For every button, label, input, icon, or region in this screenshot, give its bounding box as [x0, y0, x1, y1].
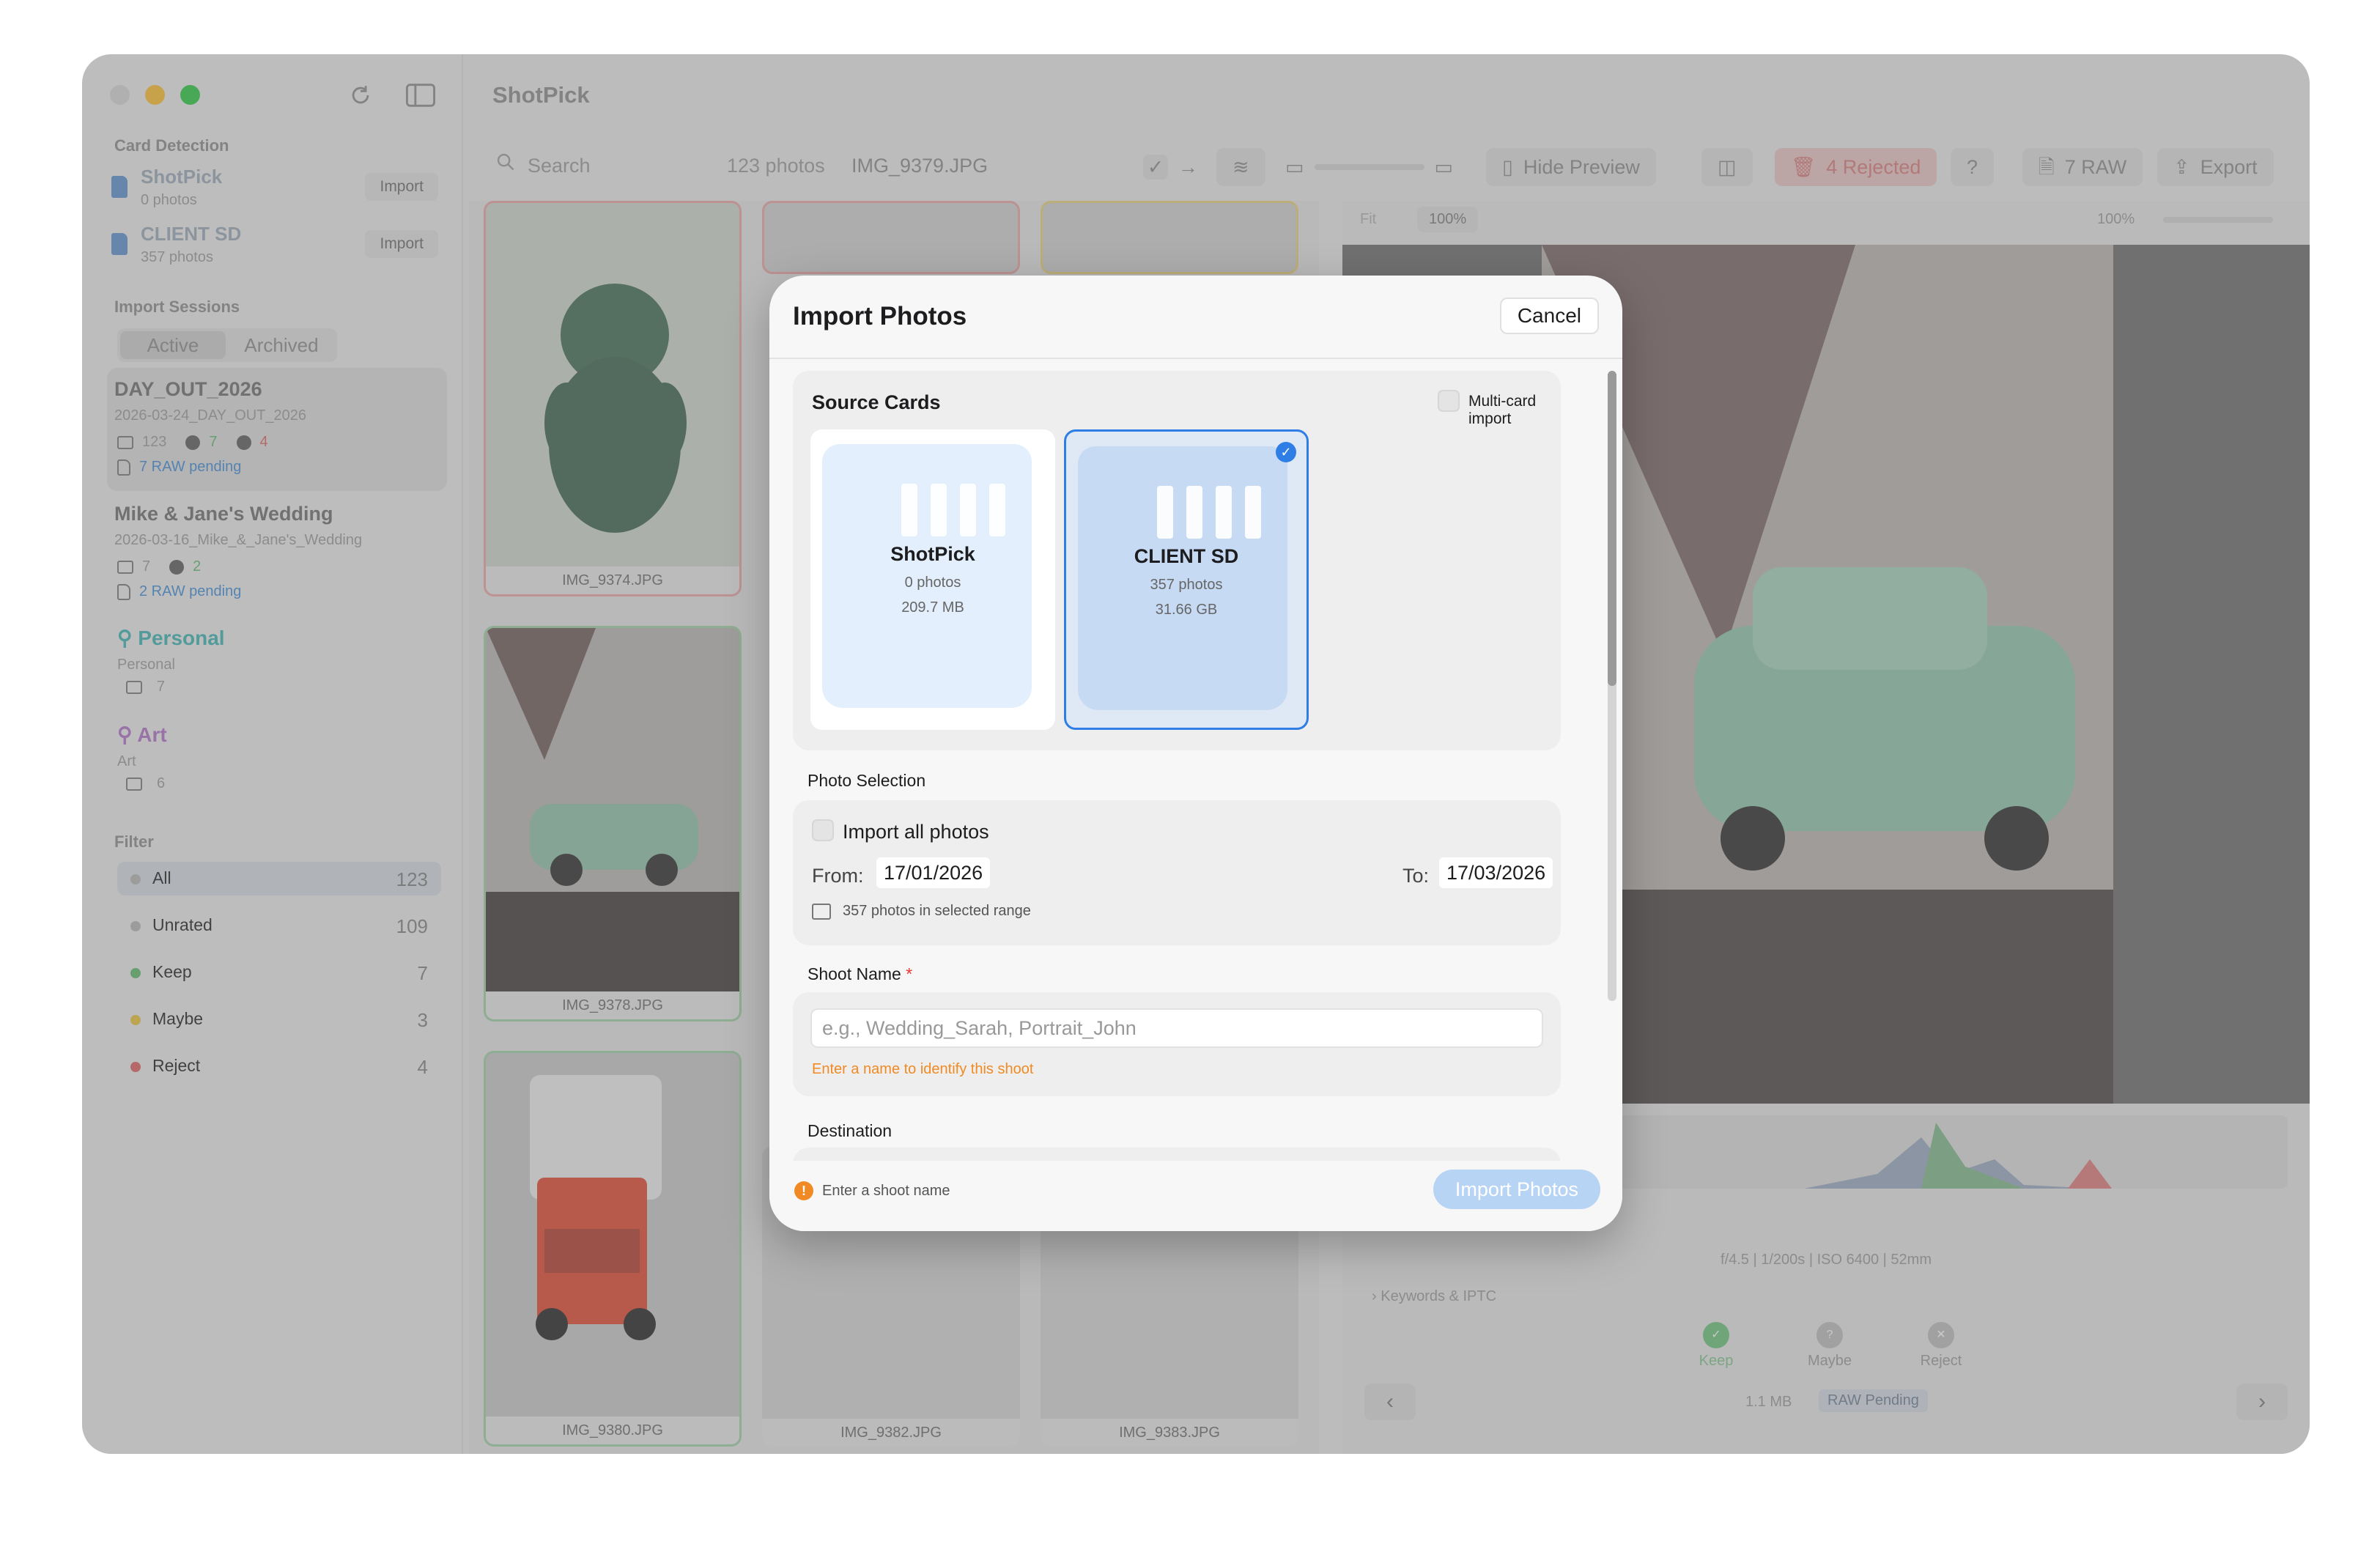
- footer-warning: ! Enter a shoot name: [794, 1181, 950, 1200]
- required-mark: *: [906, 964, 913, 983]
- from-date-field[interactable]: 17/01/2026: [876, 857, 991, 888]
- destination-title: Destination: [808, 1121, 892, 1140]
- photos-icon: [812, 903, 831, 920]
- import-all-checkbox[interactable]: [812, 819, 834, 841]
- dialog-footer: ! Enter a shoot name Import Photos: [769, 1161, 1622, 1231]
- source-card-photos: 0 photos: [904, 575, 961, 591]
- source-card-size: 31.66 GB: [1155, 602, 1218, 618]
- import-all-label: Import all photos: [843, 821, 989, 843]
- source-card-name: ShotPick: [890, 543, 975, 565]
- shoot-name-label: Shoot Name: [808, 964, 901, 983]
- to-label: To:: [1402, 865, 1430, 887]
- photo-selection-title: Photo Selection: [808, 771, 926, 790]
- shoot-name-hint: Enter a name to identify this shoot: [812, 1061, 1034, 1077]
- multi-card-checkbox[interactable]: [1438, 390, 1460, 412]
- range-info: 357 photos in selected range: [812, 903, 1031, 920]
- source-cards-title: Source Cards: [812, 391, 941, 413]
- sd-card-pins: [1157, 486, 1261, 539]
- source-card-size: 209.7 MB: [901, 599, 964, 616]
- shoot-name-panel: e.g., Wedding_Sarah, Portrait_John Enter…: [793, 992, 1561, 1096]
- range-info-text: 357 photos in selected range: [843, 903, 1031, 919]
- source-card-name: CLIENT SD: [1134, 545, 1239, 567]
- source-cards-panel: Source Cards Multi-card import ShotPick …: [793, 371, 1561, 750]
- import-photos-button[interactable]: Import Photos: [1433, 1170, 1600, 1209]
- from-label: From:: [812, 865, 864, 887]
- dialog-scrollbar[interactable]: [1608, 371, 1616, 1001]
- sd-card-pins: [901, 484, 1005, 536]
- warning-icon: !: [794, 1181, 813, 1200]
- multi-card-label: Multi-card import: [1468, 393, 1537, 427]
- photo-selection-panel: Import all photos From: 17/01/2026 To: 1…: [793, 800, 1561, 945]
- shoot-name-title: Shoot Name *: [808, 964, 912, 984]
- source-card-photos: 357 photos: [1150, 577, 1223, 593]
- source-card-shotpick[interactable]: ShotPick 0 photos 209.7 MB: [810, 429, 1055, 730]
- scrollbar-thumb[interactable]: [1608, 371, 1616, 686]
- to-date-field[interactable]: 17/03/2026: [1439, 857, 1553, 888]
- dialog-header: Import Photos Cancel: [769, 276, 1622, 359]
- shoot-name-input[interactable]: e.g., Wedding_Sarah, Portrait_John: [810, 1008, 1543, 1048]
- source-card-client-sd[interactable]: ✓ CLIENT SD 357 photos 31.66 GB: [1064, 429, 1309, 730]
- cancel-button[interactable]: Cancel: [1499, 298, 1599, 334]
- footer-warning-text: Enter a shoot name: [822, 1182, 950, 1199]
- import-photos-dialog: Import Photos Cancel Source Cards Multi-…: [769, 276, 1622, 1231]
- selected-check-icon: ✓: [1276, 442, 1296, 462]
- dialog-title: Import Photos: [793, 302, 967, 330]
